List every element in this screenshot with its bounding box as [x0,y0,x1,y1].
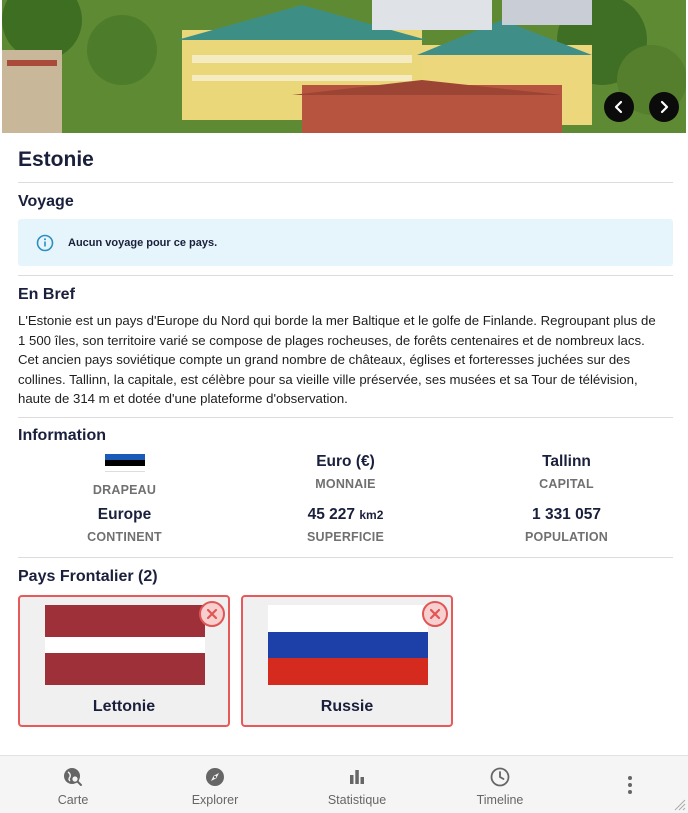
info-label: CAPITAL [539,476,594,491]
info-capital: Tallinn CAPITAL [456,451,677,504]
bottom-navigation: Carte Explorer Statistique Timeline [0,755,688,813]
chevron-right-icon [660,100,669,114]
info-population: 1 331 057 POPULATION [456,504,677,557]
nav-label: Statistique [327,793,387,807]
frontier-list: Lettonie Russie [18,594,673,727]
close-icon [429,608,441,620]
nav-item-timeline[interactable]: Timeline [450,766,550,807]
nav-label: Explorer [191,793,239,807]
divider [18,275,673,276]
resize-grip-icon[interactable] [672,797,686,811]
info-area: 45 227 km2 SUPERFICIE [235,504,456,557]
clock-icon [490,767,510,787]
info-value: 1 331 057 [532,505,601,523]
nav-label: Timeline [476,793,524,807]
globe-search-icon [64,768,82,786]
close-icon [206,608,218,620]
info-value: 45 227 km2 [235,504,456,526]
chevron-left-icon [614,100,623,114]
more-vertical-icon[interactable] [620,774,640,798]
country-hero-image [2,0,686,133]
information-grid: DRAPEAU Euro (€) MONNAIE Tallinn CAPITAL… [14,451,673,557]
border-country-name: Lettonie [92,697,156,715]
nav-item-statistique[interactable]: Statistique [307,766,407,807]
remove-border-country-button[interactable] [199,600,225,627]
info-continent: Europe CONTINENT [14,504,235,557]
border-country-card-lettonie[interactable]: Lettonie [18,594,230,727]
info-label: POPULATION [524,529,609,544]
info-value: Europe [97,505,152,523]
compass-icon [206,768,224,786]
estonia-flag [104,453,145,472]
info-label: CONTINENT [87,529,162,544]
nav-item-carte[interactable]: Carte [23,766,123,807]
info-flag: DRAPEAU [14,451,235,504]
no-trip-alert: Aucun voyage pour ce pays. [18,219,673,266]
nav-label: Carte [57,793,89,807]
carousel-next-button[interactable] [649,92,679,122]
carousel-prev-button[interactable] [604,92,634,122]
page-title: Estonie [18,148,94,171]
border-country-card-russie[interactable]: Russie [241,594,453,727]
nav-item-explorer[interactable]: Explorer [165,766,265,807]
area-number: 45 227 [307,505,356,523]
info-label: DRAPEAU [92,482,157,497]
russia-flag [268,604,428,685]
divider [18,182,673,183]
info-value: Euro (€) [316,452,375,470]
divider [18,416,673,418]
information-section-title: Information [18,426,106,444]
area-unit: km2 [359,507,384,522]
flag-stripe [104,465,145,472]
bref-section-title: En Bref [18,286,75,303]
info-value: Tallinn [542,452,591,470]
info-label: MONNAIE [315,476,376,491]
country-details: Estonie Voyage Aucun voyage pour ce pays… [18,133,673,727]
bar-chart-icon [350,770,364,784]
alert-text: Aucun voyage pour ce pays. [68,236,218,249]
hero-photo [2,0,686,133]
remove-border-country-button[interactable] [422,600,448,627]
voyage-section-title: Voyage [18,193,74,210]
frontier-section-title: Pays Frontalier (2) [18,567,158,585]
divider [18,556,673,558]
border-country-name: Russie [320,697,374,715]
info-icon [36,234,54,251]
info-label: SUPERFICIE [306,529,384,544]
info-currency: Euro (€) MONNAIE [235,451,456,504]
country-description: L'Estonie est un pays d'Europe du Nord q… [18,313,656,407]
latvia-flag [45,604,205,685]
